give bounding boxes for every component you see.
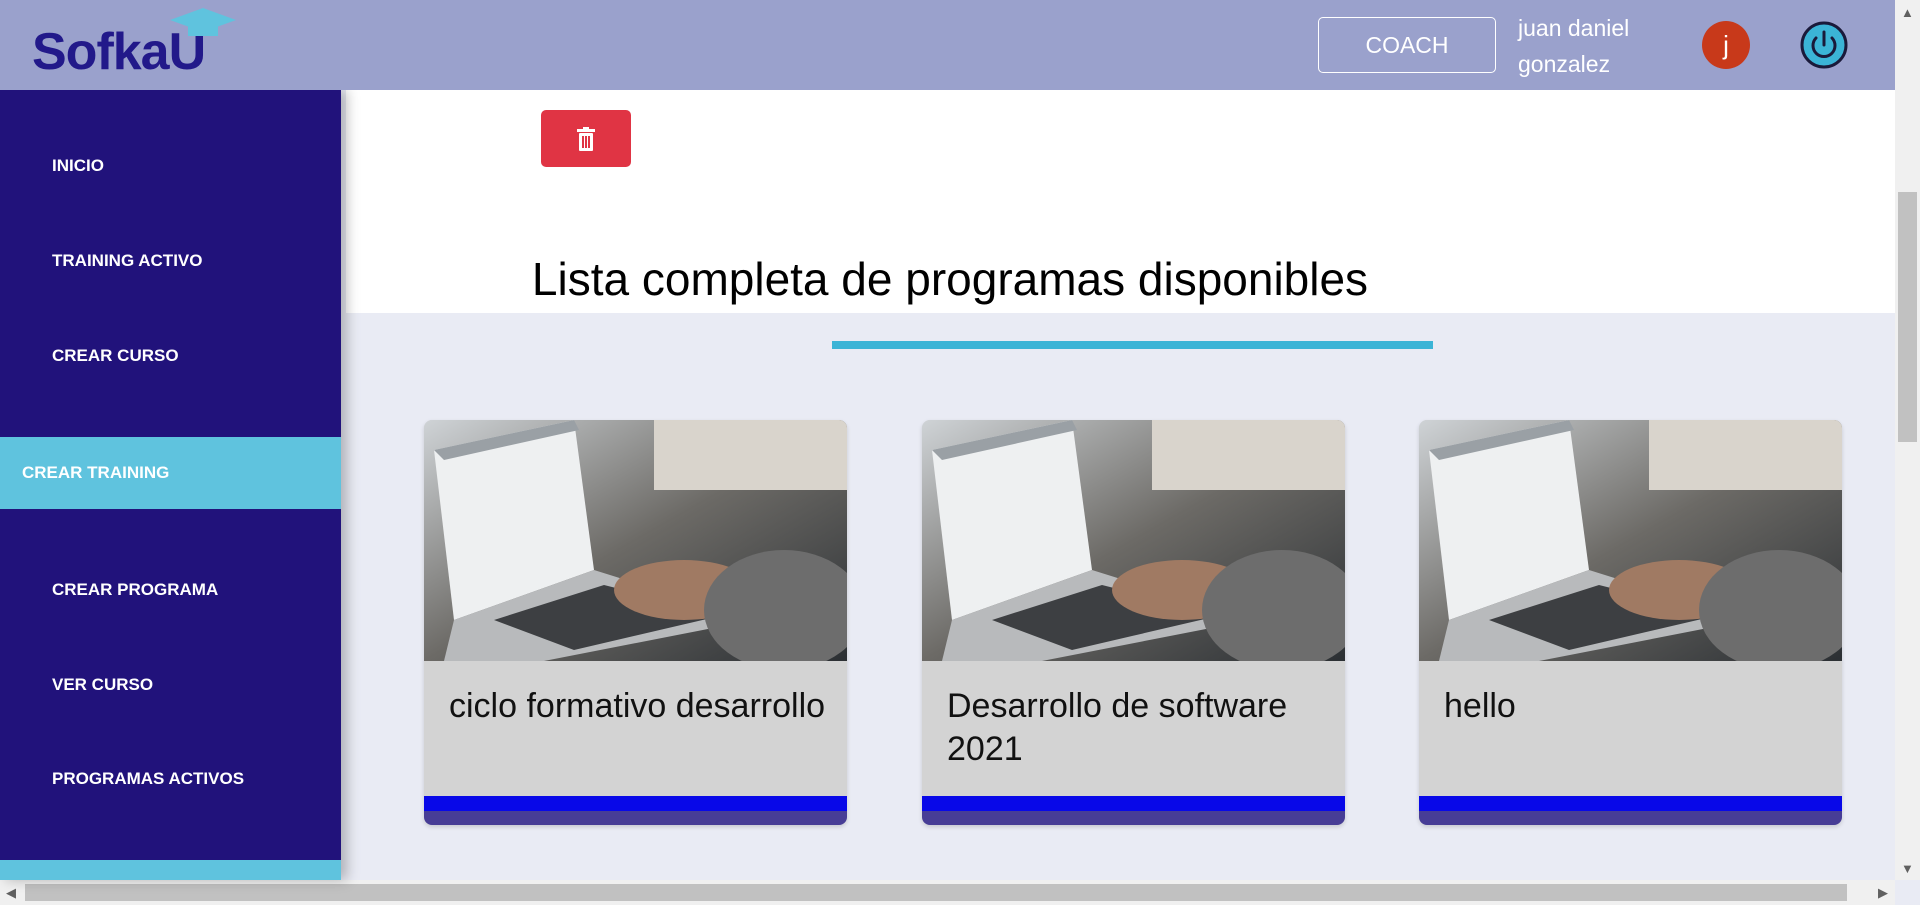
graduation-cap-icon — [170, 8, 236, 36]
card-accent-bar — [922, 796, 1345, 811]
sofka-u-logo[interactable]: SofkaU — [32, 8, 242, 81]
card-footer-bar — [922, 811, 1345, 825]
user-name: juan daniel gonzalez — [1518, 15, 1630, 77]
laptop-photo — [1419, 420, 1842, 661]
horizontal-scrollbar-thumb[interactable] — [25, 884, 1847, 901]
sidebar-bottom-strip — [0, 860, 341, 880]
sidebar-item-crear-programa[interactable]: CREAR PROGRAMA — [52, 580, 218, 600]
sidebar-item-crear-training[interactable]: CREAR TRAINING — [0, 437, 341, 509]
sidebar-item-crear-curso[interactable]: CREAR CURSO — [52, 346, 179, 366]
laptop-photo — [922, 420, 1345, 661]
sidebar-item-inicio[interactable]: INICIO — [52, 156, 104, 176]
sidebar-item-ver-curso[interactable]: VER CURSO — [52, 675, 153, 695]
card-title: hello — [1444, 687, 1516, 725]
card-footer-bar — [1419, 811, 1842, 825]
page-title: Lista completa de programas disponibles — [531, 253, 1369, 305]
scroll-down-arrow-icon[interactable]: ▼ — [1901, 862, 1914, 875]
program-card[interactable]: hello — [1419, 420, 1842, 825]
card-accent-bar — [1419, 796, 1842, 811]
scroll-up-arrow-icon[interactable]: ▲ — [1901, 6, 1914, 19]
delete-button[interactable] — [541, 110, 631, 167]
scroll-right-arrow-icon[interactable]: ▶ — [1878, 886, 1888, 899]
vertical-scrollbar-thumb[interactable] — [1898, 192, 1917, 442]
coach-role-button[interactable]: COACH — [1318, 17, 1496, 73]
top-header: SofkaU COACH juan daniel gonzalez j — [0, 0, 1895, 90]
sidebar-item-training-activo[interactable]: TRAINING ACTIVO — [52, 251, 202, 271]
card-accent-bar — [424, 796, 847, 811]
scroll-left-arrow-icon[interactable]: ◀ — [6, 886, 16, 899]
power-logout-icon[interactable] — [1800, 21, 1848, 69]
laptop-photo — [424, 420, 847, 661]
card-title: Desarrollo de software 2021 — [947, 687, 1288, 768]
program-card[interactable]: Desarrollo de software 2021 — [922, 420, 1345, 825]
program-card[interactable]: ciclo formativo desarrollo — [424, 420, 847, 825]
sidebar-item-programas-activos[interactable]: PROGRAMAS ACTIVOS — [52, 769, 244, 789]
avatar[interactable]: j — [1702, 21, 1750, 69]
trash-icon — [577, 126, 595, 151]
card-footer-bar — [424, 811, 847, 825]
card-title: ciclo formativo desarrollo — [449, 687, 826, 725]
title-underline — [832, 341, 1433, 349]
sidebar-nav: INICIO TRAINING ACTIVO CREAR CURSO CREAR… — [0, 90, 341, 880]
